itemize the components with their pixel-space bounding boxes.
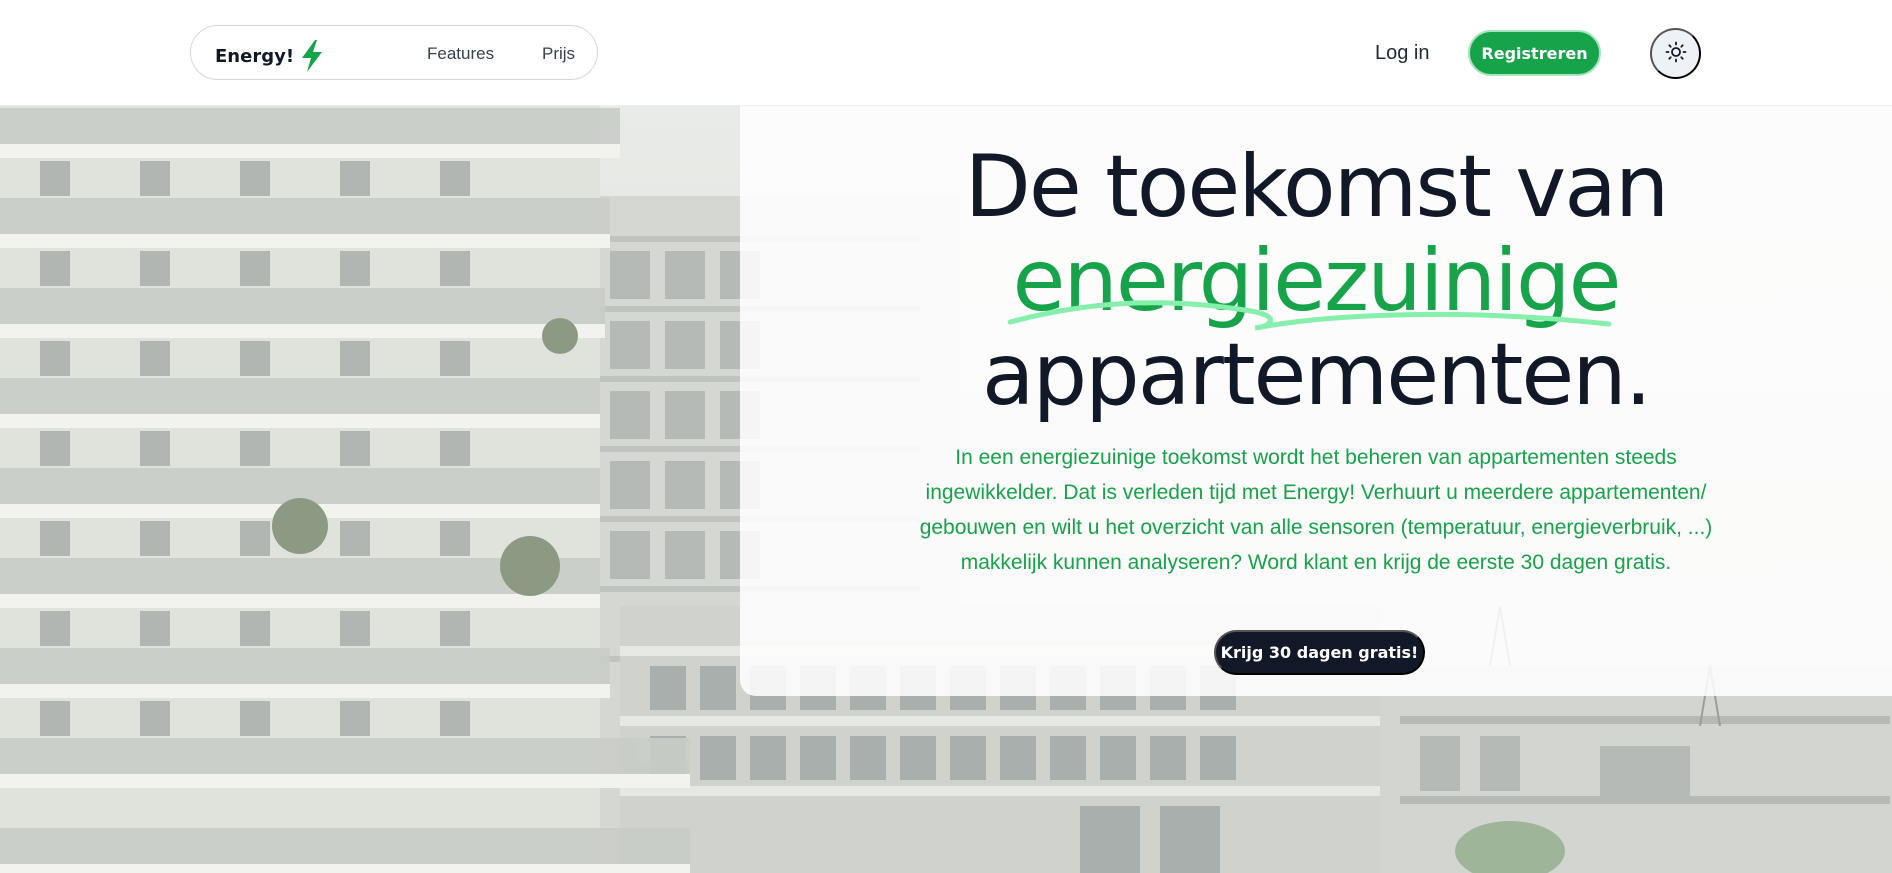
landing-page: Energy! Features Prijs Log in Registrere… [0, 0, 1892, 873]
lightning-bolt-icon [297, 39, 327, 73]
underline-squiggle-icon [1008, 300, 1612, 331]
brand-name: Energy! [215, 45, 295, 67]
hero-intro-text: In een energiezuinige toekomst wordt het… [919, 446, 1713, 574]
nav-link-features[interactable]: Features [427, 44, 494, 64]
sun-icon [1664, 40, 1688, 67]
brand-logo[interactable]: Energy! [215, 39, 327, 73]
login-link[interactable]: Log in [1375, 42, 1430, 65]
nav-link-prijs[interactable]: Prijs [542, 44, 575, 64]
headline-accent-wrapper: energiezuinige [1008, 234, 1622, 331]
register-button[interactable]: Registreren [1468, 30, 1601, 76]
site-header: Energy! Features Prijs Log in Registrere… [0, 0, 1892, 106]
headline-line-3: appartementen. [981, 325, 1652, 425]
hero-headline: De toekomst van energiezuinige apparteme… [740, 140, 1892, 422]
free-trial-button[interactable]: Krijg 30 dagen gratis! [1214, 630, 1425, 675]
nav-bar: Energy! Features Prijs [190, 25, 598, 80]
theme-toggle-button[interactable] [1650, 28, 1701, 79]
headline-line-1: De toekomst van [964, 137, 1670, 237]
